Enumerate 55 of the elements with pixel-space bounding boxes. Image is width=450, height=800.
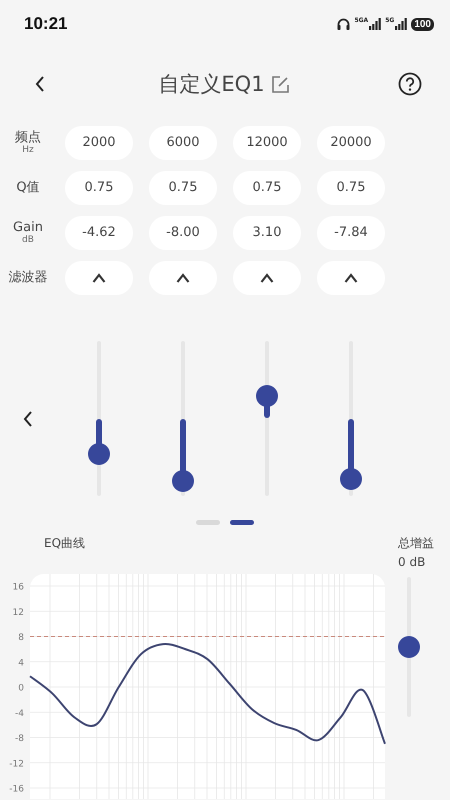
frequency-field[interactable]: 6000	[149, 126, 217, 160]
row-label: 频点	[15, 130, 41, 144]
unit-label: Hz	[22, 144, 34, 156]
help-icon[interactable]	[398, 72, 422, 96]
slider-thumb[interactable]	[340, 468, 362, 490]
q-field[interactable]: 0.75	[65, 170, 133, 204]
total-gain-value: 0 dB	[398, 555, 426, 571]
page-indicator[interactable]	[230, 520, 254, 524]
axis-label: 0	[18, 684, 24, 694]
q-field[interactable]: 0.75	[233, 170, 301, 204]
signal-icon	[395, 18, 408, 30]
q-field[interactable]: 0.75	[317, 170, 385, 204]
gain-slider[interactable]	[172, 341, 194, 496]
q-field[interactable]: 0.75	[149, 170, 217, 204]
row-label: 滤波器	[8, 270, 48, 285]
axis-label: -4	[15, 708, 24, 719]
signal-icon	[369, 18, 382, 30]
gain-field[interactable]: 3.10	[233, 216, 301, 250]
axis-label: 12	[12, 608, 24, 618]
peak-filter-icon	[260, 272, 274, 282]
chevron-left-icon	[34, 75, 46, 93]
frequency-field[interactable]: 12000	[233, 126, 301, 160]
peak-filter-icon	[176, 272, 190, 282]
gain-field[interactable]: -8.00	[149, 216, 217, 250]
gain-field[interactable]: -7.84	[317, 216, 385, 250]
gain-slider[interactable]	[88, 341, 110, 496]
frequency-field[interactable]: 2000	[65, 126, 133, 160]
peak-filter-icon	[344, 272, 358, 282]
chart-title: EQ曲线	[44, 535, 86, 552]
slider-thumb[interactable]	[172, 470, 194, 492]
peak-filter-icon	[92, 272, 106, 282]
axis-label: -12	[9, 759, 24, 770]
axis-label: -16	[9, 784, 24, 794]
slider-thumb[interactable]	[256, 385, 278, 408]
edit-icon[interactable]	[270, 74, 290, 94]
axis-label: 4	[18, 658, 24, 668]
battery-icon: 100	[411, 18, 434, 30]
total-gain-slider[interactable]	[398, 577, 420, 717]
gain-slider[interactable]	[340, 341, 362, 496]
headphones-icon	[337, 18, 350, 30]
slider-thumb[interactable]	[398, 636, 420, 658]
frequency-field[interactable]: 20000	[317, 126, 385, 160]
page-title: 自定义EQ1	[158, 71, 265, 98]
gain-slider[interactable]	[256, 341, 278, 496]
slider-thumb[interactable]	[88, 443, 110, 466]
axis-label: -8	[15, 734, 24, 744]
chevron-left-icon	[22, 410, 34, 428]
row-label: Q值	[16, 180, 40, 195]
clock-time: 10:21	[24, 14, 68, 34]
axis-label: 16	[12, 582, 24, 592]
row-label: Gain	[13, 220, 43, 234]
total-gain-label: 总增益	[398, 535, 434, 552]
gain-field[interactable]: -4.62	[65, 216, 133, 250]
unit-label: dB	[22, 234, 34, 246]
axis-label: 8	[18, 633, 24, 643]
